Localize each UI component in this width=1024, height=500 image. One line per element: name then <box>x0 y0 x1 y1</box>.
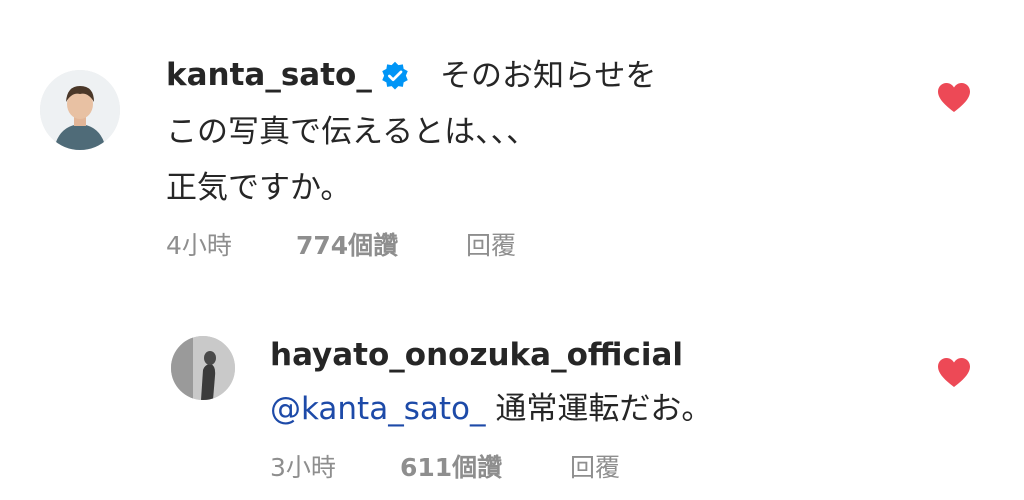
reply-button[interactable]: 回覆 <box>466 226 516 262</box>
timestamp: 3小時 <box>270 453 336 482</box>
user-avatar-icon <box>40 70 120 150</box>
comment-meta: 3小時 611個讚 回覆 <box>270 448 770 482</box>
comment-1: kanta_sato_ そのお知らせを この写真で伝えるとは、、、 正気ですか。… <box>0 0 1024 290</box>
heart-icon[interactable] <box>938 83 970 113</box>
likes-count-button[interactable]: 774個讚 <box>296 226 398 262</box>
comment-text-line: この写真で伝えるとは、、、 <box>166 114 538 150</box>
avatar[interactable] <box>40 70 120 150</box>
verified-badge-icon <box>382 61 408 90</box>
comment-text: @kanta_sato_ 通常運転だお。 <box>270 381 712 437</box>
timestamp: 4小時 <box>166 231 232 260</box>
reply-button[interactable]: 回覆 <box>570 448 620 484</box>
heart-icon[interactable] <box>938 358 970 388</box>
comment-meta: 4小時 774個讚 回覆 <box>166 226 666 260</box>
comment-text-body: 通常運転だお。 <box>495 391 713 427</box>
mention-link[interactable]: @kanta_sato_ <box>270 391 485 427</box>
avatar[interactable] <box>168 333 238 403</box>
user-avatar-icon <box>171 336 235 400</box>
comment-text-line: 正気ですか。 <box>166 170 352 206</box>
username[interactable]: hayato_onozuka_official <box>270 337 683 373</box>
username[interactable]: kanta_sato_ <box>166 57 372 93</box>
likes-count-button[interactable]: 611個讚 <box>400 448 502 484</box>
comment-text-line: そのお知らせを <box>440 58 657 94</box>
